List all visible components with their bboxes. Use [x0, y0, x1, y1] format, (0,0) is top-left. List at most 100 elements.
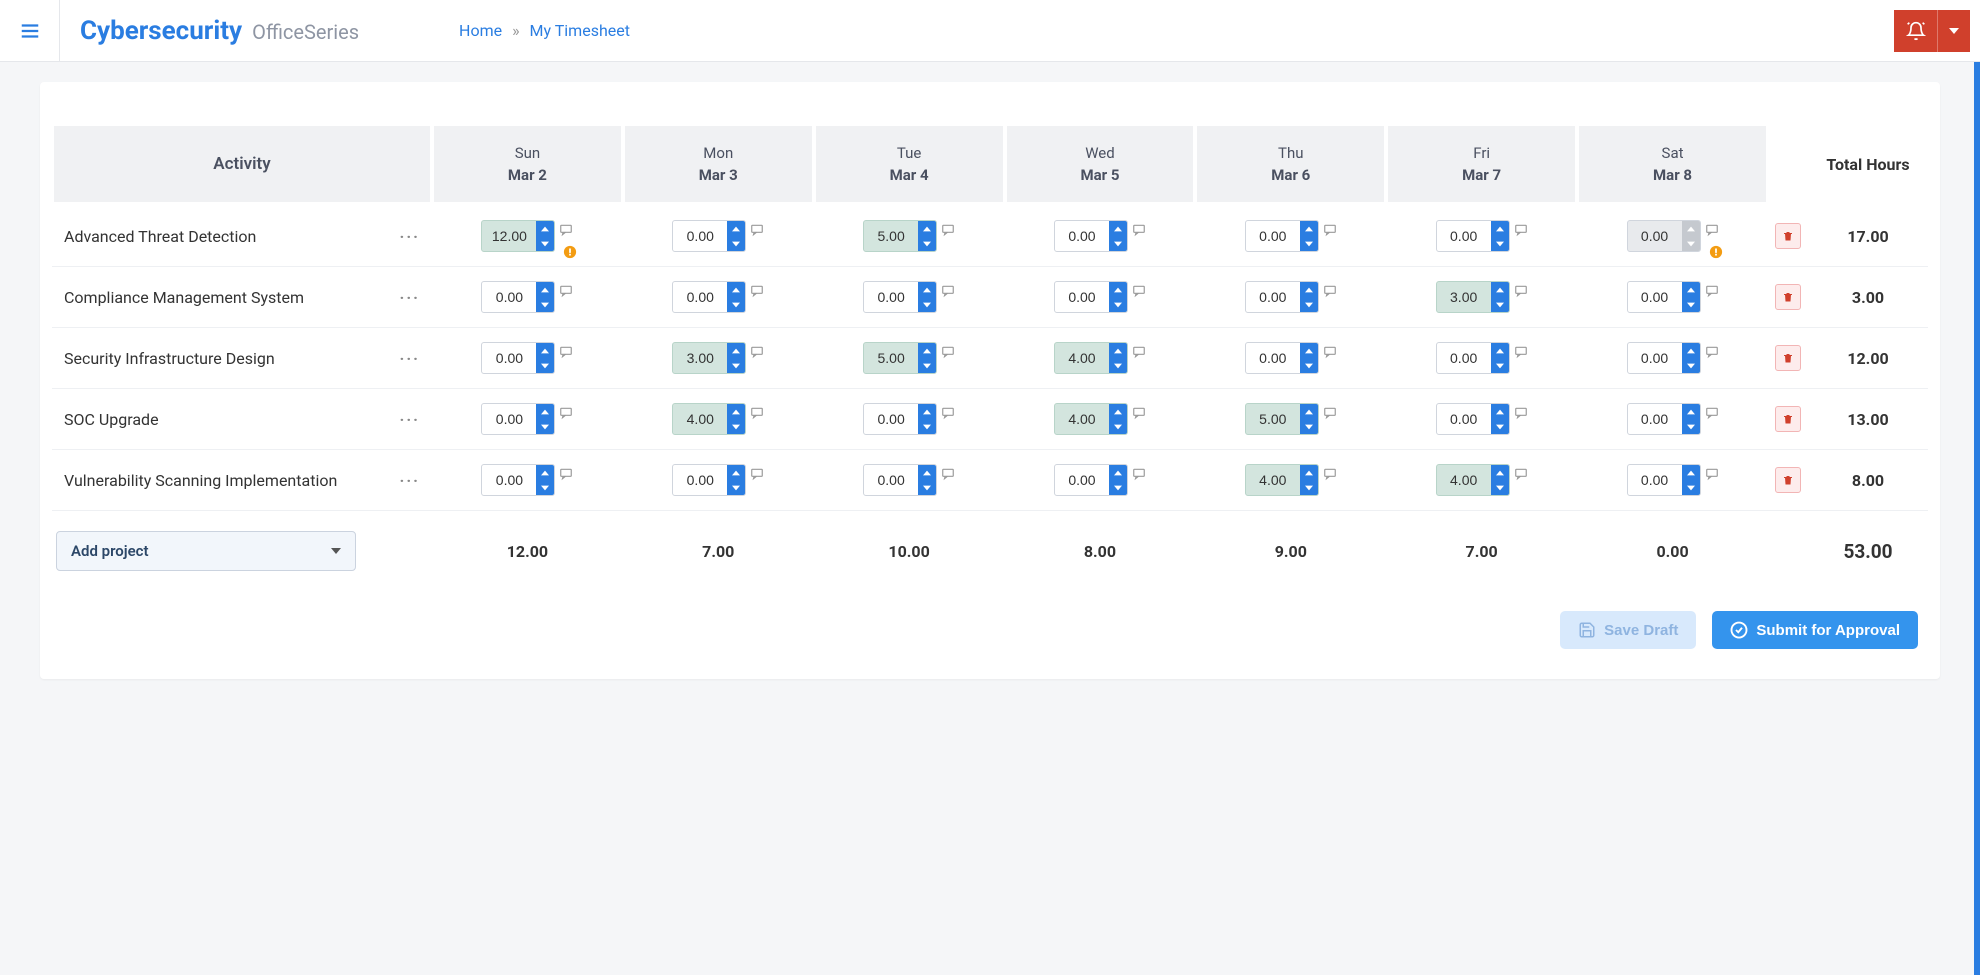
hours-input[interactable]: [673, 343, 727, 373]
spinner-down-icon[interactable]: [1300, 358, 1318, 373]
more-icon[interactable]: ···: [392, 471, 428, 490]
hours-input[interactable]: [864, 404, 918, 434]
spinner-down-icon[interactable]: [1491, 236, 1509, 251]
comment-icon[interactable]: [941, 405, 955, 419]
spinner-down-icon[interactable]: [727, 480, 745, 495]
spinner-down-icon[interactable]: [918, 236, 936, 251]
hours-input[interactable]: [482, 221, 536, 251]
comment-icon[interactable]: [1705, 283, 1719, 297]
spinner-up-icon[interactable]: [1109, 404, 1127, 419]
more-icon[interactable]: ···: [392, 288, 428, 307]
spinner-up-icon[interactable]: [536, 282, 554, 297]
spinner-up-icon[interactable]: [1109, 221, 1127, 236]
spinner-up-icon[interactable]: [1491, 282, 1509, 297]
spinner-up-icon[interactable]: [536, 221, 554, 236]
spinner-up-icon[interactable]: [727, 221, 745, 236]
spinner-down-icon[interactable]: [536, 480, 554, 495]
spinner-up-icon[interactable]: [1300, 343, 1318, 358]
spinner-up-icon[interactable]: [1491, 221, 1509, 236]
spinner-up-icon[interactable]: [536, 404, 554, 419]
hours-input[interactable]: [1437, 221, 1491, 251]
comment-icon[interactable]: [1323, 283, 1337, 297]
hours-input[interactable]: [673, 465, 727, 495]
hours-input[interactable]: [1246, 221, 1300, 251]
hours-input[interactable]: [673, 282, 727, 312]
breadcrumb-home[interactable]: Home: [459, 21, 502, 40]
hours-input[interactable]: [482, 404, 536, 434]
comment-icon[interactable]: [1323, 344, 1337, 358]
spinner-down-icon[interactable]: [536, 358, 554, 373]
spinner-up-icon[interactable]: [727, 465, 745, 480]
spinner-down-icon[interactable]: [536, 419, 554, 434]
spinner-down-icon[interactable]: [1491, 358, 1509, 373]
spinner-up-icon[interactable]: [1682, 404, 1700, 419]
comment-icon[interactable]: [941, 283, 955, 297]
submit-approval-button[interactable]: Submit for Approval: [1712, 611, 1918, 649]
spinner-up-icon[interactable]: [1682, 221, 1700, 236]
hours-input[interactable]: [1246, 465, 1300, 495]
hours-input[interactable]: [1437, 404, 1491, 434]
hours-input[interactable]: [1055, 404, 1109, 434]
notifications-button[interactable]: [1894, 10, 1938, 52]
spinner-up-icon[interactable]: [1491, 404, 1509, 419]
hours-input[interactable]: [1055, 465, 1109, 495]
spinner-up-icon[interactable]: [536, 343, 554, 358]
hours-input[interactable]: [864, 221, 918, 251]
comment-icon[interactable]: [1705, 405, 1719, 419]
comment-icon[interactable]: [559, 466, 573, 480]
comment-icon[interactable]: [1132, 405, 1146, 419]
spinner-up-icon[interactable]: [1300, 465, 1318, 480]
spinner-up-icon[interactable]: [1300, 282, 1318, 297]
spinner-up-icon[interactable]: [1300, 404, 1318, 419]
more-icon[interactable]: ···: [392, 349, 428, 368]
spinner-down-icon[interactable]: [918, 297, 936, 312]
spinner-down-icon[interactable]: [1109, 480, 1127, 495]
hours-input[interactable]: [1246, 343, 1300, 373]
save-draft-button[interactable]: Save Draft: [1560, 611, 1696, 649]
spinner-up-icon[interactable]: [536, 465, 554, 480]
hours-input[interactable]: [864, 282, 918, 312]
spinner-down-icon[interactable]: [1682, 358, 1700, 373]
spinner-up-icon[interactable]: [1109, 282, 1127, 297]
spinner-down-icon[interactable]: [918, 480, 936, 495]
spinner-up-icon[interactable]: [1682, 343, 1700, 358]
hours-input[interactable]: [1055, 282, 1109, 312]
comment-icon[interactable]: [1132, 283, 1146, 297]
delete-row-button[interactable]: [1775, 284, 1801, 310]
comment-icon[interactable]: [750, 405, 764, 419]
spinner-down-icon[interactable]: [1682, 236, 1700, 251]
comment-icon[interactable]: [1323, 405, 1337, 419]
spinner-up-icon[interactable]: [1300, 221, 1318, 236]
spinner-up-icon[interactable]: [918, 404, 936, 419]
hours-input[interactable]: [1437, 282, 1491, 312]
spinner-down-icon[interactable]: [918, 358, 936, 373]
spinner-down-icon[interactable]: [1300, 297, 1318, 312]
spinner-up-icon[interactable]: [918, 465, 936, 480]
delete-row-button[interactable]: [1775, 223, 1801, 249]
hours-input[interactable]: [1628, 404, 1682, 434]
spinner-down-icon[interactable]: [1300, 419, 1318, 434]
comment-icon[interactable]: [1705, 466, 1719, 480]
hours-input[interactable]: [1628, 343, 1682, 373]
spinner-up-icon[interactable]: [1109, 343, 1127, 358]
more-icon[interactable]: ···: [392, 410, 428, 429]
spinner-down-icon[interactable]: [1300, 480, 1318, 495]
comment-icon[interactable]: [750, 283, 764, 297]
hours-input[interactable]: [1437, 343, 1491, 373]
spinner-up-icon[interactable]: [918, 343, 936, 358]
spinner-up-icon[interactable]: [727, 282, 745, 297]
hours-input[interactable]: [673, 221, 727, 251]
spinner-down-icon[interactable]: [1491, 297, 1509, 312]
comment-icon[interactable]: [559, 344, 573, 358]
comment-icon[interactable]: [1514, 283, 1528, 297]
comment-icon[interactable]: [941, 344, 955, 358]
spinner-down-icon[interactable]: [1109, 297, 1127, 312]
delete-row-button[interactable]: [1775, 467, 1801, 493]
menu-icon[interactable]: [0, 0, 60, 62]
spinner-up-icon[interactable]: [918, 282, 936, 297]
spinner-up-icon[interactable]: [1682, 465, 1700, 480]
spinner-down-icon[interactable]: [1682, 419, 1700, 434]
spinner-up-icon[interactable]: [1682, 282, 1700, 297]
comment-icon[interactable]: [941, 466, 955, 480]
spinner-down-icon[interactable]: [1300, 236, 1318, 251]
